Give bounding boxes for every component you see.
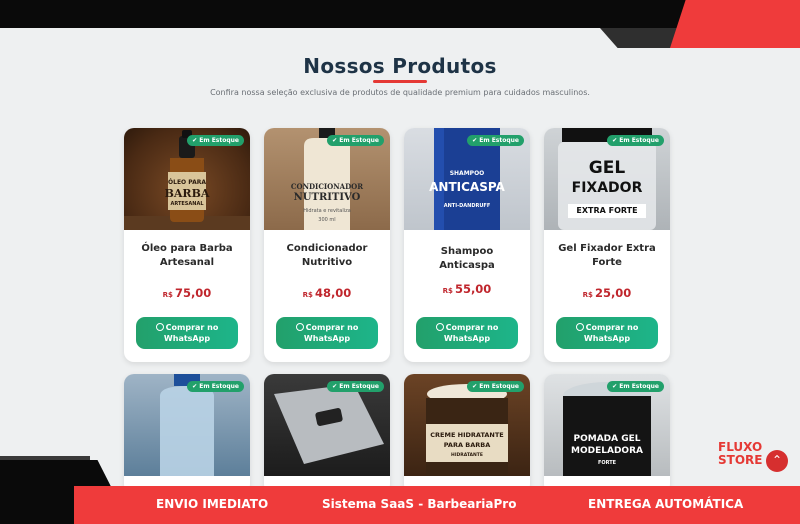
product-price: R$ 48,00 [264, 286, 390, 300]
top-red-corner [670, 0, 800, 48]
product-label-line: MODELADORA [571, 446, 643, 456]
chevron-up-icon: ⌃ [771, 453, 783, 467]
product-label-line: NUTRITIVO [293, 192, 361, 203]
product-label-line: BARBA [164, 187, 210, 200]
product-label-line: HIDRATANTE [451, 453, 483, 458]
buy-button-label: Comprar no WhatsApp [443, 323, 499, 343]
product-label-line: EXTRA FORTE [576, 206, 638, 215]
buy-whatsapp-button[interactable]: Comprar no WhatsApp [416, 317, 518, 349]
product-label-line: 300 ml [318, 217, 336, 223]
product-label-line: SHAMPOO [449, 170, 485, 177]
product-label-line: CONDICIONADOR [290, 182, 364, 191]
price-currency: R$ [442, 287, 453, 295]
product-card: ✔ Em Estoque [124, 374, 250, 494]
section-title: Nossos Produtos [303, 54, 497, 78]
title-underline [373, 80, 427, 83]
price-value: 48,00 [314, 286, 352, 300]
stock-badge: ✔ Em Estoque [607, 135, 664, 146]
top-gray-stripe [600, 28, 680, 48]
buy-button-label: Comprar no WhatsApp [303, 323, 359, 343]
product-label-line: ARTESANAL [170, 201, 204, 207]
product-label-line: ANTICASPA [429, 180, 505, 194]
product-price: R$ 25,00 [544, 286, 670, 300]
whatsapp-icon [155, 323, 164, 331]
section-subtitle: Confira nossa seleção exclusiva de produ… [210, 88, 590, 97]
whatsapp-icon [435, 323, 444, 331]
product-price: R$ 75,00 [124, 286, 250, 300]
buy-whatsapp-button[interactable]: Comprar no WhatsApp [136, 317, 238, 349]
buy-whatsapp-button[interactable]: Comprar no WhatsApp [276, 317, 378, 349]
product-card: ✔ Em Estoque [264, 374, 390, 494]
product-price: R$ 55,00 [404, 282, 530, 296]
price-currency: R$ [582, 291, 593, 299]
product-label-line: POMADA GEL [573, 434, 641, 444]
product-label-line: ÓLEO PARA [168, 179, 206, 186]
brand-line-2: STORE [718, 453, 763, 467]
buy-button-label: Comprar no WhatsApp [583, 323, 639, 343]
price-value: 55,00 [454, 282, 492, 296]
banner-text-left: ENVIO IMEDIATO [156, 497, 269, 511]
product-label-line: FIXADOR [571, 180, 643, 196]
product-label-line: ANTI-DANDRUFF [443, 203, 491, 209]
product-label-line: PARA BARBA [443, 441, 491, 449]
buy-button-label: Comprar no WhatsApp [163, 323, 219, 343]
product-name: Shampoo Anticaspa [439, 246, 495, 271]
product-card: GEL FIXADOR EXTRA FORTE ✔ Em Estoque Gel… [544, 128, 670, 362]
product-card: ÓLEO PARA BARBA ARTESANAL ✔ Em Estoque Ó… [124, 128, 250, 362]
price-currency: R$ [302, 291, 313, 299]
price-currency: R$ [162, 291, 173, 299]
banner-text-center: Sistema SaaS - BarbeariaPro [322, 497, 517, 511]
product-name: Condicionador Nutritivo [286, 243, 368, 268]
whatsapp-icon [575, 323, 584, 331]
stock-badge: ✔ Em Estoque [327, 381, 384, 392]
product-card: CREME HIDRATANTE PARA BARBA HIDRATANTE ✔… [404, 374, 530, 494]
banner-text-right: ENTREGA AUTOMÁTICA [588, 497, 744, 511]
product-card: POMADA GEL MODELADORA FORTE ✔ Em Estoque [544, 374, 670, 494]
stock-badge: ✔ Em Estoque [187, 135, 244, 146]
product-card: SHAMPOO ANTICASPA ANTI-DANDRUFF ✔ Em Est… [404, 128, 530, 362]
product-label-line: Hidrata e revitaliza [303, 208, 351, 214]
whatsapp-icon [295, 323, 304, 331]
product-label-line: FORTE [597, 460, 617, 466]
stock-badge: ✔ Em Estoque [467, 135, 524, 146]
brand-logo: FLUXO STORE [718, 441, 762, 467]
product-label-line: CREME HIDRATANTE [430, 431, 504, 439]
product-name: Óleo para Barba Artesanal [141, 243, 233, 268]
stock-badge: ✔ Em Estoque [327, 135, 384, 146]
stock-badge: ✔ Em Estoque [467, 381, 524, 392]
buy-whatsapp-button[interactable]: Comprar no WhatsApp [556, 317, 658, 349]
scroll-top-button[interactable]: ⌃ [766, 450, 788, 472]
price-value: 75,00 [174, 286, 212, 300]
stock-badge: ✔ Em Estoque [187, 381, 244, 392]
product-label-line: GEL [588, 158, 626, 178]
price-value: 25,00 [594, 286, 632, 300]
product-card: CONDICIONADOR NUTRITIVO Hidrata e revita… [264, 128, 390, 362]
stock-badge: ✔ Em Estoque [607, 381, 664, 392]
product-name: Gel Fixador Extra Forte [558, 243, 656, 268]
